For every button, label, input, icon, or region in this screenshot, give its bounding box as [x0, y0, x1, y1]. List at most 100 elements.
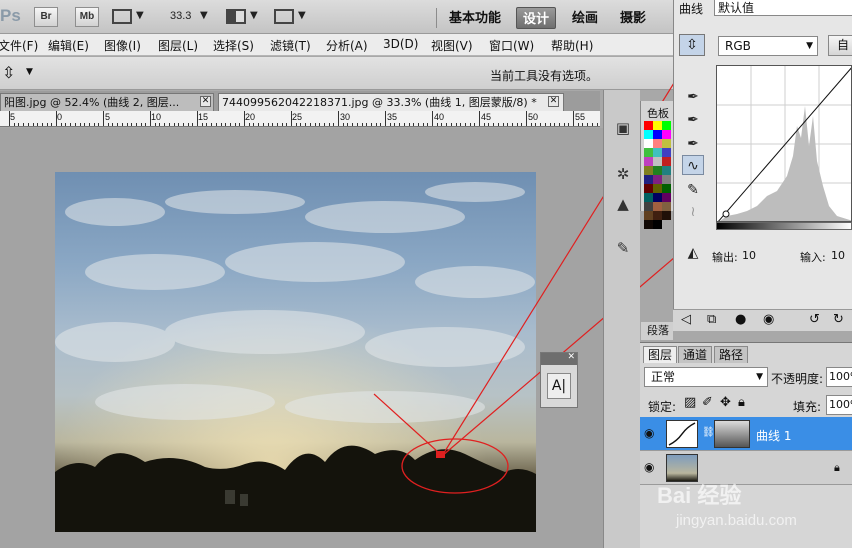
- eyedropper-white-icon[interactable]: ✒: [682, 134, 704, 154]
- color-swatch[interactable]: [644, 220, 653, 229]
- back-arrow-icon[interactable]: ◁: [681, 312, 691, 327]
- color-swatch[interactable]: [653, 139, 662, 148]
- curve-graph[interactable]: [716, 65, 852, 222]
- swatches-panel: 色板: [640, 101, 673, 229]
- color-swatch[interactable]: [653, 166, 662, 175]
- blend-mode-dropdown[interactable]: 正常 ▼: [644, 367, 768, 387]
- visibility-eye-icon[interactable]: ◉: [644, 426, 654, 440]
- tab-layers[interactable]: 图层: [643, 346, 678, 363]
- eyedropper-gray-icon[interactable]: ✒: [682, 110, 704, 130]
- preset-dropdown[interactable]: 默认值: [714, 0, 852, 16]
- preset-value: 默认值: [718, 1, 755, 15]
- adjustment-panel-footer: ◁ ⧉ ● ◉ ↺ ↻: [673, 309, 852, 331]
- layer-mask-thumbnail[interactable]: [714, 420, 750, 448]
- lock-all-icon[interactable]: 🔒︎: [738, 395, 745, 410]
- color-swatch[interactable]: [662, 175, 671, 184]
- navigator-icon[interactable]: ✲: [612, 164, 634, 184]
- color-swatch[interactable]: [653, 175, 662, 184]
- layer-row-curves[interactable]: ◉ ⛓ 曲线 1: [640, 417, 852, 451]
- output-value[interactable]: 10: [742, 249, 756, 262]
- color-swatch[interactable]: [644, 193, 653, 202]
- color-swatch[interactable]: [662, 130, 671, 139]
- color-swatch[interactable]: [653, 184, 662, 193]
- tab-channels[interactable]: 通道: [678, 346, 713, 363]
- swatch-grid: [644, 121, 672, 229]
- curves-title: 曲线: [679, 2, 704, 16]
- annotation-ellipse: [401, 438, 509, 494]
- annotation-arrow: [373, 393, 439, 453]
- color-swatch[interactable]: [662, 184, 671, 193]
- color-swatch[interactable]: [653, 121, 662, 130]
- color-swatch[interactable]: [662, 121, 671, 130]
- watermark-url: jingyan.baidu.com: [676, 512, 797, 529]
- visibility-eye-icon[interactable]: ◉: [763, 312, 774, 327]
- lock-move-icon[interactable]: ✥: [720, 395, 731, 410]
- color-swatch[interactable]: [653, 202, 662, 211]
- fill-label: 填充:: [793, 400, 822, 414]
- curve-point-tool-icon[interactable]: ∿: [682, 155, 704, 175]
- color-swatch[interactable]: [653, 193, 662, 202]
- color-swatch[interactable]: [644, 157, 653, 166]
- pencil-icon[interactable]: ✎: [682, 180, 704, 200]
- color-swatch[interactable]: [653, 130, 662, 139]
- smooth-icon[interactable]: ≀: [682, 202, 704, 222]
- color-swatch[interactable]: [653, 148, 662, 157]
- opacity-input[interactable]: 100%: [826, 367, 852, 387]
- color-swatch[interactable]: [644, 211, 653, 220]
- input-value[interactable]: 10: [831, 249, 845, 262]
- expand-view-icon[interactable]: ⧉: [707, 312, 716, 327]
- opacity-label: 不透明度:: [771, 372, 824, 386]
- color-swatch[interactable]: [644, 166, 653, 175]
- color-swatch[interactable]: [644, 139, 653, 148]
- color-swatch[interactable]: [662, 193, 671, 202]
- color-swatch[interactable]: [662, 202, 671, 211]
- lock-label: 锁定:: [648, 400, 677, 414]
- lock-brush-icon[interactable]: ✐: [702, 395, 713, 410]
- close-icon[interactable]: ✕: [567, 352, 575, 362]
- color-swatch[interactable]: [644, 184, 653, 193]
- watermark-logo: Bai 经验: [657, 483, 742, 508]
- input-gradient-bar: [716, 222, 852, 230]
- color-swatch[interactable]: [644, 202, 653, 211]
- color-swatch[interactable]: [662, 157, 671, 166]
- clipping-warning-icon[interactable]: ◭: [682, 243, 704, 263]
- channel-value: RGB: [725, 39, 751, 53]
- paragraph-panel-tab[interactable]: 段落: [641, 322, 673, 340]
- curve-thumbnail: [668, 422, 696, 446]
- brush-presets-icon[interactable]: ✎: [612, 238, 634, 258]
- panel-header[interactable]: ✕: [541, 352, 577, 365]
- color-swatch[interactable]: [653, 211, 662, 220]
- reset-icon[interactable]: ↺: [809, 312, 820, 327]
- clip-to-layer-icon[interactable]: ●: [735, 312, 746, 327]
- fill-input[interactable]: 100%: [826, 395, 852, 415]
- color-swatch[interactable]: [662, 166, 671, 175]
- panel-dock: ▣ ✲ ▲ ✎: [603, 90, 640, 548]
- character-panel-collapsed[interactable]: ✕ A|: [540, 352, 578, 408]
- lock-transparency-icon[interactable]: ▨: [684, 395, 696, 410]
- output-label: 输出:: [712, 251, 738, 264]
- color-swatch[interactable]: [644, 121, 653, 130]
- curve-histogram: [717, 66, 851, 221]
- targeted-adjustment-icon[interactable]: ⇳: [679, 34, 705, 56]
- histogram-icon[interactable]: ▲: [612, 194, 634, 214]
- color-swatch[interactable]: [662, 139, 671, 148]
- auto-button[interactable]: 自: [828, 35, 852, 56]
- eyedropper-black-icon[interactable]: ✒: [682, 87, 704, 107]
- color-swatch[interactable]: [644, 130, 653, 139]
- color-swatch[interactable]: [662, 148, 671, 157]
- character-icon[interactable]: A|: [547, 373, 571, 399]
- history-icon[interactable]: ▣: [612, 118, 634, 138]
- layer-name[interactable]: 曲线 1: [756, 427, 791, 444]
- chevron-down-icon: ▼: [756, 372, 763, 382]
- color-swatch[interactable]: [653, 157, 662, 166]
- color-sample-marker: [436, 451, 445, 458]
- color-swatch[interactable]: [644, 148, 653, 157]
- color-swatch[interactable]: [662, 211, 671, 220]
- mask-link-icon[interactable]: ⛓: [702, 427, 715, 438]
- previous-state-icon[interactable]: ↻: [833, 312, 844, 327]
- tab-paths[interactable]: 路径: [714, 346, 749, 363]
- channel-dropdown[interactable]: RGB ▼: [718, 36, 818, 56]
- color-swatch[interactable]: [653, 220, 662, 229]
- visibility-eye-icon[interactable]: ◉: [644, 460, 654, 474]
- color-swatch[interactable]: [644, 175, 653, 184]
